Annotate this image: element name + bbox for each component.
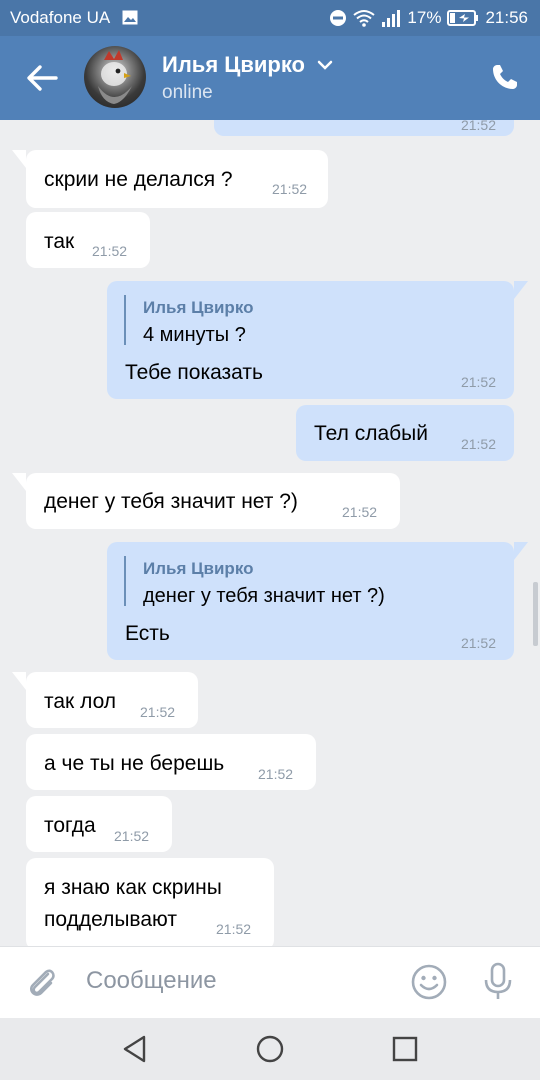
emoji-icon[interactable] <box>410 963 448 1001</box>
reply-quote-bar <box>124 556 126 606</box>
status-icons: 17% 21:56 <box>329 8 528 28</box>
message-time: 21:52 <box>342 504 378 520</box>
message-text-line-1: я знаю как скрины <box>44 876 222 899</box>
message-bubble-outgoing[interactable]: 21:52 <box>214 120 514 136</box>
message-text: а че ты не берешь <box>44 752 225 775</box>
message-text: Тел слабый <box>314 422 429 445</box>
message-text-line-2: подделывают <box>44 908 177 931</box>
message-bubble-outgoing[interactable]: Илья Цвирко денег у тебя значит нет ?) Е… <box>107 542 528 660</box>
chat-scrollbar[interactable] <box>533 582 538 646</box>
message-bubble-incoming[interactable]: так 21:52 <box>26 212 150 268</box>
message-time: 21:52 <box>460 374 496 390</box>
message-time: 21:52 <box>258 766 294 782</box>
message-bubble-incoming[interactable]: так лол 21:52 <box>12 672 198 728</box>
reply-author: Илья Цвирко <box>143 298 254 317</box>
message-text: тогда <box>44 814 96 837</box>
nav-back-icon[interactable] <box>120 1034 150 1064</box>
nav-recents-icon[interactable] <box>390 1034 420 1064</box>
avatar-image <box>98 50 132 104</box>
system-nav-bar <box>0 1018 540 1080</box>
reply-text: 4 минуты ? <box>143 324 246 346</box>
message-text: Есть <box>125 622 170 645</box>
dnd-icon <box>330 10 347 26</box>
back-arrow-icon[interactable] <box>22 58 62 98</box>
message-time: 21:52 <box>114 828 150 844</box>
message-composer: Сообщение <box>0 946 540 1018</box>
microphone-icon[interactable] <box>482 961 514 1001</box>
message-text: скрии не делался ? <box>44 168 233 191</box>
message-time: 21:52 <box>92 243 128 259</box>
contact-name[interactable]: Илья Цвирко <box>162 52 305 78</box>
message-bubble-outgoing[interactable]: Илья Цвирко 4 минуты ? Тебе показать 21:… <box>107 281 528 399</box>
avatar[interactable] <box>84 46 146 108</box>
message-time: 21:52 <box>460 635 496 651</box>
attach-icon[interactable] <box>26 965 58 999</box>
message-input[interactable]: Сообщение <box>86 967 217 995</box>
battery-percent: 17% <box>407 8 442 27</box>
signal-icon <box>382 10 401 27</box>
message-bubble-incoming[interactable]: тогда 21:52 <box>26 796 172 852</box>
carrier-name: Vodafone UA <box>10 8 111 27</box>
message-text: так <box>44 230 75 253</box>
reply-text: денег у тебя значит нет ?) <box>143 585 385 607</box>
wifi-icon <box>353 10 376 27</box>
battery-charging-icon <box>447 10 479 26</box>
message-time: 21:52 <box>272 181 308 197</box>
message-bubble-incoming[interactable]: я знаю как скрины подделывают 21:52 <box>26 858 274 946</box>
nav-home-icon[interactable] <box>255 1034 285 1064</box>
chat-header: Илья Цвирко online <box>0 36 540 120</box>
message-list[interactable]: 21:52 скрии не делался ? 21:52 так 21:52… <box>0 120 540 946</box>
message-bubble-outgoing[interactable]: Тел слабый 21:52 <box>296 405 514 461</box>
message-time: 21:52 <box>140 704 176 720</box>
message-text: так лол <box>44 690 117 713</box>
clock: 21:56 <box>485 8 528 27</box>
chevron-down-icon[interactable] <box>316 58 334 72</box>
message-bubble-incoming[interactable]: а че ты не берешь 21:52 <box>26 734 316 790</box>
image-icon <box>122 10 138 25</box>
message-time: 21:52 <box>460 120 496 133</box>
status-bar: Vodafone UA 17% 21:56 <box>0 0 540 36</box>
message-bubble-incoming[interactable]: денег у тебя значит нет ?) 21:52 <box>12 473 400 529</box>
message-time: 21:52 <box>460 436 496 452</box>
reply-author: Илья Цвирко <box>143 559 254 578</box>
reply-quote-bar <box>124 295 126 345</box>
message-bubble-incoming[interactable]: скрии не делался ? 21:52 <box>12 150 328 208</box>
message-text: денег у тебя значит нет ?) <box>44 490 298 513</box>
phone-icon[interactable] <box>490 62 520 92</box>
presence-status: online <box>162 82 213 103</box>
message-text: Тебе показать <box>125 361 263 384</box>
message-time: 21:52 <box>216 921 252 937</box>
